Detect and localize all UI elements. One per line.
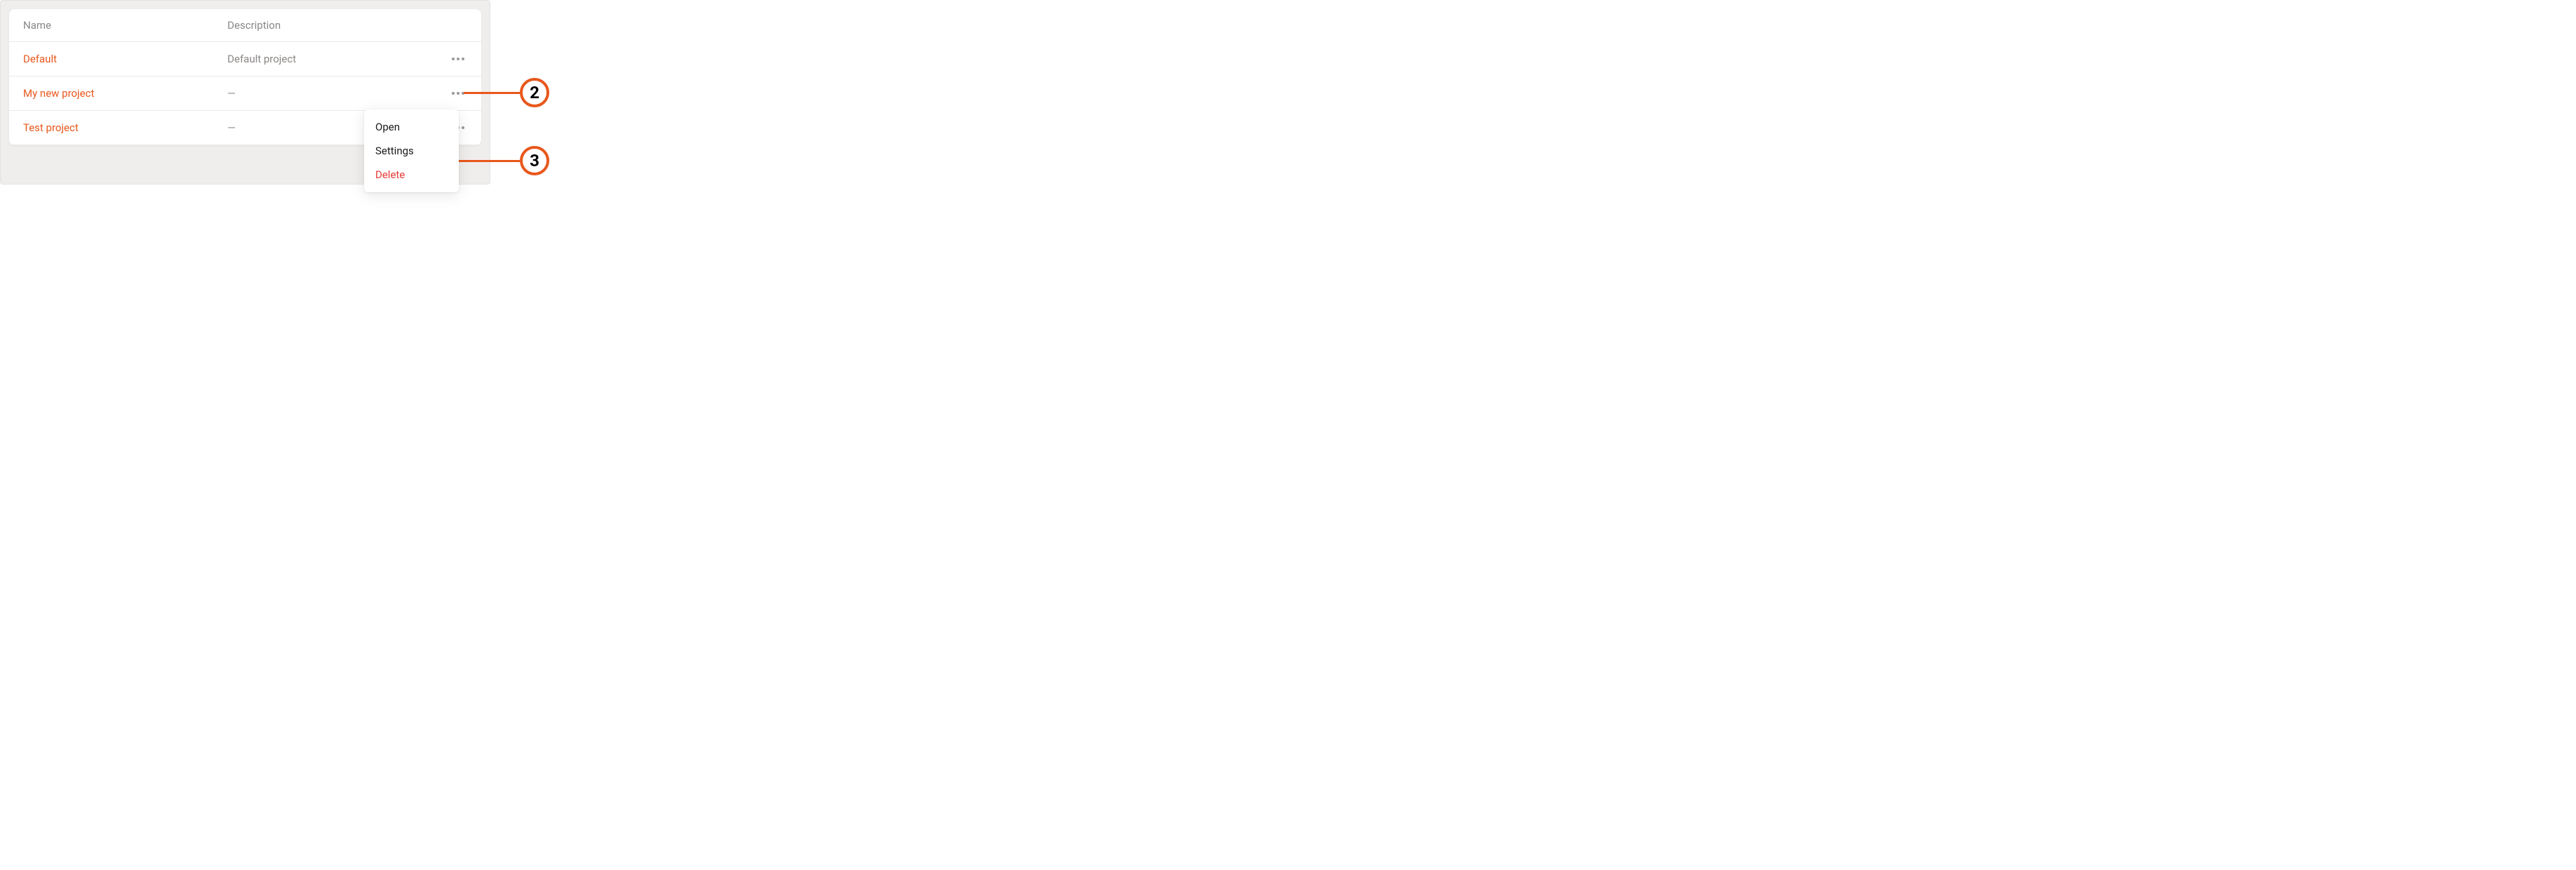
column-header-description: Description: [227, 19, 431, 32]
annotation-line: [450, 160, 520, 162]
projects-table: Name Description Default Default project…: [9, 9, 481, 145]
table-header: Name Description: [9, 9, 481, 42]
table-row: Default Default project: [9, 42, 481, 76]
menu-item-delete[interactable]: Delete: [364, 163, 459, 187]
annotation-number: 3: [520, 146, 549, 175]
annotation-number: 2: [520, 78, 549, 107]
project-name-link[interactable]: Test project: [23, 121, 227, 134]
more-actions-icon[interactable]: [449, 55, 467, 63]
project-description: —: [227, 87, 431, 100]
annotation-callout-3: 3: [450, 146, 549, 175]
actions-cell: [431, 55, 467, 63]
page-container: Name Description Default Default project…: [0, 0, 490, 185]
menu-item-open[interactable]: Open: [364, 115, 459, 139]
actions-cell: [431, 89, 467, 98]
table-row: My new project —: [9, 76, 481, 111]
actions-dropdown-menu: Open Settings Delete: [364, 109, 459, 192]
project-description: Default project: [227, 53, 431, 65]
menu-item-settings[interactable]: Settings: [364, 139, 459, 163]
column-header-name: Name: [23, 19, 227, 32]
project-name-link[interactable]: My new project: [23, 87, 227, 100]
annotation-callout-2: 2: [464, 78, 549, 107]
column-header-actions: [431, 19, 467, 32]
project-name-link[interactable]: Default: [23, 53, 227, 65]
annotation-line: [464, 92, 520, 94]
